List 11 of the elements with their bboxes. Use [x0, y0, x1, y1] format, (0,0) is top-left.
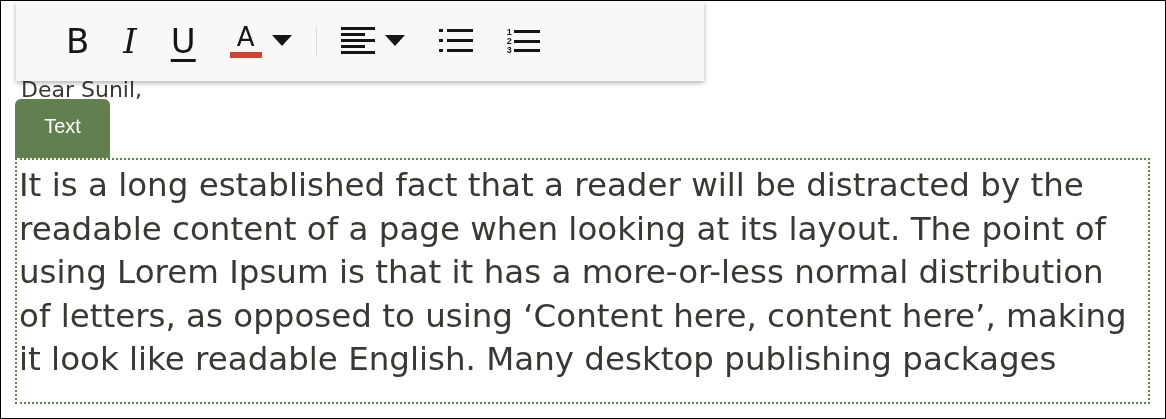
paragraph: It is a long established fact that a reader will be distracted by the readable content of a page when looking at its layout. The point of using Lorem Ipsum is that it has a more-or-less normal distribution of letters, as opposed to using ‘Content here, content here’, making it look like readable English. Many desktop publishing packages	[19, 165, 1128, 380]
align-left-icon	[340, 27, 375, 55]
font-color-button[interactable]: A	[223, 20, 298, 62]
greeting-text: Dear Sunil,	[21, 81, 144, 99]
underline-button[interactable]: U	[164, 20, 202, 62]
lines-icon	[513, 29, 540, 53]
bold-button[interactable]: B	[60, 20, 96, 62]
bullet-list-icon	[438, 29, 473, 53]
italic-button[interactable]: I	[117, 20, 143, 62]
text-block-tag[interactable]: Text	[15, 99, 110, 158]
numbered-list-button[interactable]: 1 2 3	[500, 23, 546, 59]
